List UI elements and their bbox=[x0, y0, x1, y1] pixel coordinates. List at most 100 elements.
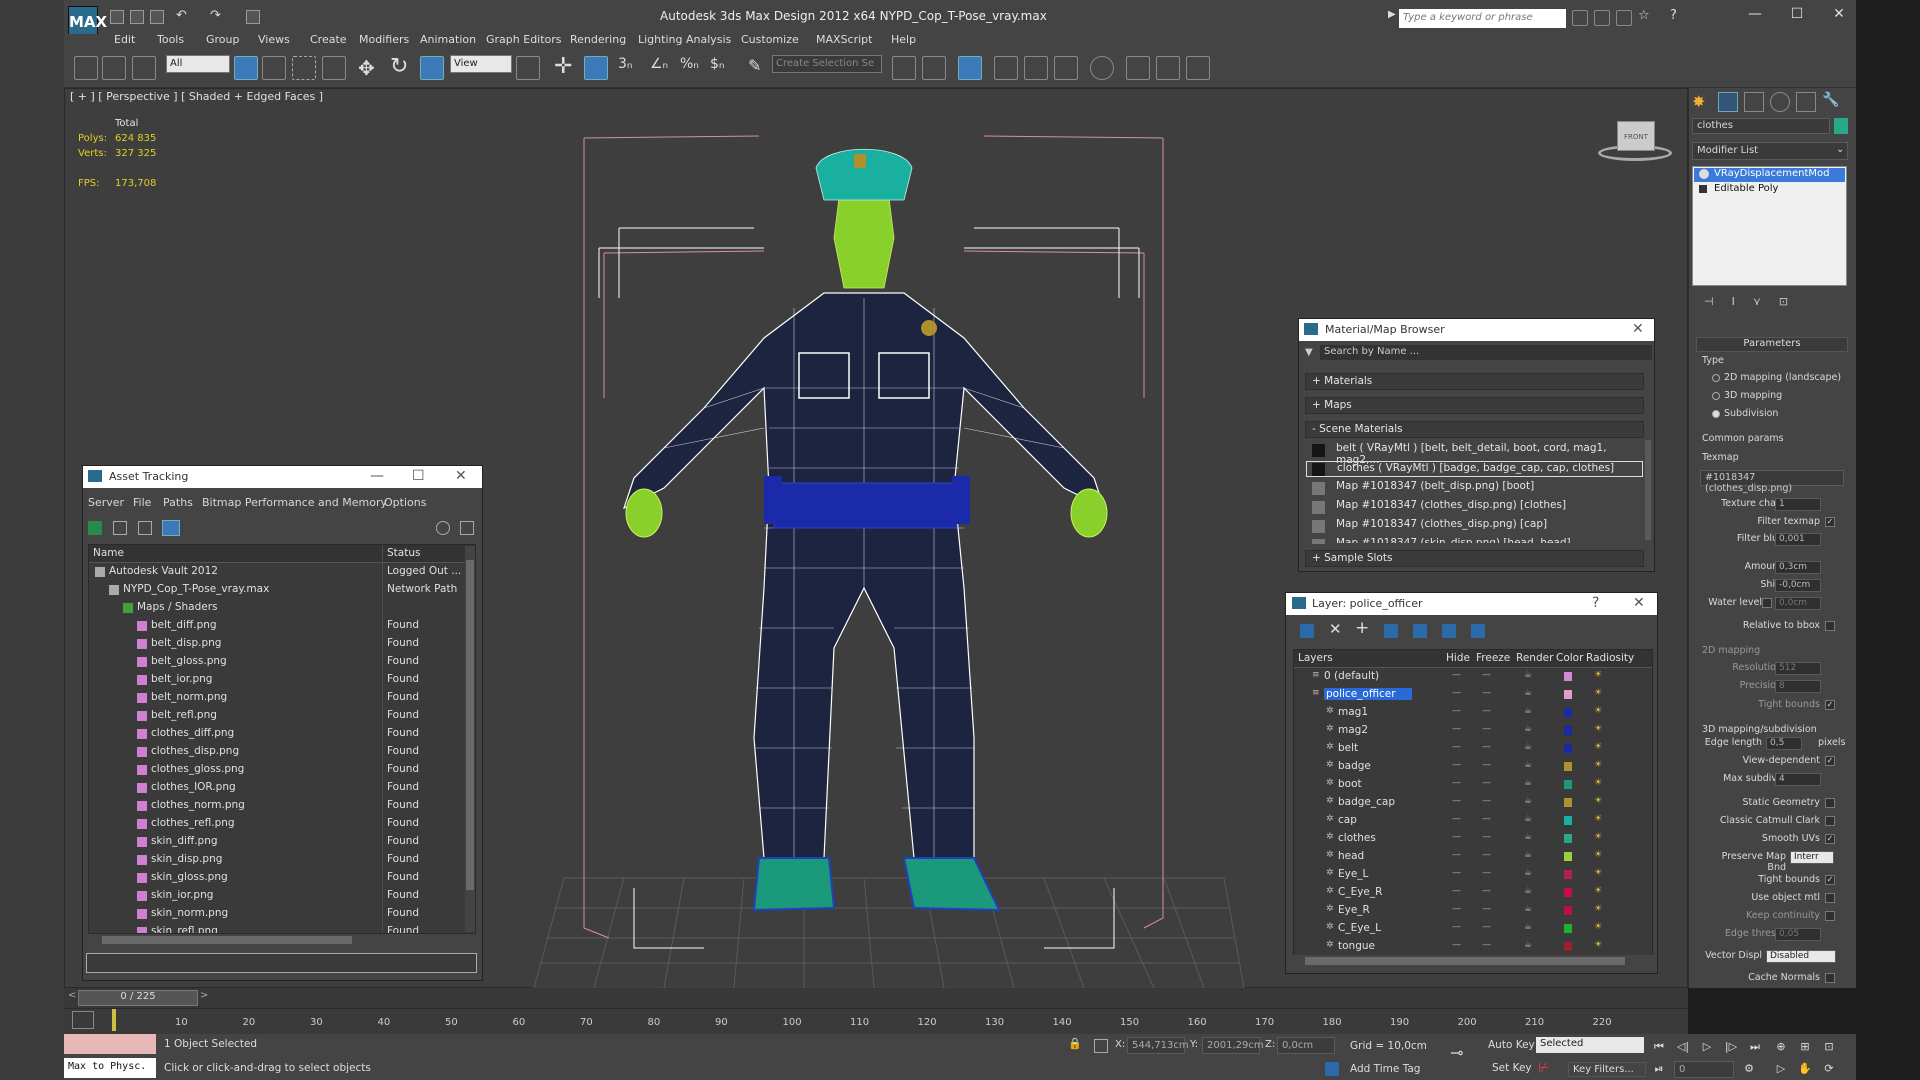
new-file-icon[interactable] bbox=[110, 10, 124, 24]
mini-curve-editor-icon[interactable] bbox=[72, 1011, 94, 1029]
move-icon[interactable]: ✥ bbox=[358, 56, 375, 80]
table-row[interactable]: clothes_refl.png Found bbox=[89, 815, 475, 833]
table-row[interactable]: skin_diff.png Found bbox=[89, 833, 475, 851]
redo-icon[interactable]: ↷ bbox=[210, 8, 221, 23]
link-icon[interactable] bbox=[74, 56, 98, 80]
layer-row[interactable]: ≡ police_officer — — ☕ ☀ bbox=[1294, 686, 1652, 704]
graphite-ribbon-icon[interactable] bbox=[994, 56, 1018, 80]
edge-thresh-spinner[interactable]: 0,05 bbox=[1775, 928, 1821, 941]
radiosity-icon[interactable]: ☀ bbox=[1594, 742, 1602, 752]
type-option-3d[interactable]: 3D mapping bbox=[1724, 390, 1868, 401]
freeze-toggle[interactable]: — bbox=[1482, 742, 1491, 752]
orbit-icon[interactable]: ⟳ bbox=[1820, 1062, 1838, 1078]
sample-slots-section[interactable]: + Sample Slots bbox=[1305, 550, 1644, 567]
menu-lighting-analysis[interactable]: Lighting Analysis bbox=[638, 33, 731, 46]
table-row[interactable]: clothes_disp.png Found bbox=[89, 743, 475, 761]
x-coord-field[interactable]: 544,713cm bbox=[1127, 1037, 1189, 1054]
close-icon[interactable]: ✕ bbox=[1632, 321, 1644, 337]
radiosity-icon[interactable]: ☀ bbox=[1594, 688, 1602, 698]
material-editor-icon[interactable] bbox=[1090, 56, 1114, 80]
layer-name[interactable]: Eye_R bbox=[1338, 904, 1370, 916]
set-key-button[interactable]: Set Key bbox=[1492, 1062, 1532, 1074]
table-row[interactable]: belt_diff.png Found bbox=[89, 617, 475, 635]
scale-icon[interactable] bbox=[420, 56, 444, 80]
prev-key-icon[interactable]: ◁| bbox=[1674, 1040, 1692, 1056]
precision-spinner[interactable]: 8 bbox=[1775, 680, 1821, 693]
search-input[interactable]: Type a keyword or phrase bbox=[1399, 9, 1566, 28]
select-in-layer-icon[interactable] bbox=[1384, 624, 1398, 638]
stack-item-vraydisplacement[interactable]: VRayDisplacementMod bbox=[1694, 168, 1845, 182]
maxscript-mini-listener[interactable]: Max to Physc. bbox=[64, 1058, 156, 1078]
column-status-header[interactable]: Status bbox=[387, 547, 420, 559]
binoculars-icon[interactable] bbox=[1572, 10, 1588, 26]
radiosity-icon[interactable]: ☀ bbox=[1594, 850, 1602, 860]
menu-create[interactable]: Create bbox=[310, 33, 347, 46]
materials-section[interactable]: + Materials bbox=[1305, 373, 1644, 390]
spinner-snap-icon[interactable]: $ₙ bbox=[710, 56, 725, 72]
angle-snap-icon[interactable]: ∠ₙ bbox=[650, 56, 668, 72]
render-teapot-icon[interactable]: ☕ bbox=[1524, 940, 1532, 950]
layer-row[interactable]: ✲ tongue — — ☕ ☀ bbox=[1294, 938, 1652, 956]
layer-color-swatch[interactable] bbox=[1564, 672, 1572, 681]
layer-name[interactable]: badge_cap bbox=[1338, 796, 1395, 808]
radiosity-icon[interactable]: ☀ bbox=[1594, 796, 1602, 806]
menu-animation[interactable]: Animation bbox=[420, 33, 476, 46]
hide-toggle[interactable]: — bbox=[1452, 814, 1461, 824]
maps-section[interactable]: + Maps bbox=[1305, 397, 1644, 414]
hierarchy-tab-icon[interactable] bbox=[1744, 92, 1764, 112]
layer-name[interactable]: C_Eye_L bbox=[1338, 922, 1381, 934]
radiosity-icon[interactable]: ☀ bbox=[1594, 778, 1602, 788]
table-view-icon[interactable] bbox=[162, 520, 180, 536]
radiosity-icon[interactable]: ☀ bbox=[1594, 724, 1602, 734]
select-manipulate-icon[interactable]: ✛ bbox=[554, 54, 572, 79]
render-production-icon[interactable] bbox=[1186, 56, 1210, 80]
column-color[interactable]: Color bbox=[1556, 652, 1583, 664]
edit-named-selection-icon[interactable]: ✎ bbox=[748, 56, 761, 75]
table-row[interactable]: belt_disp.png Found bbox=[89, 635, 475, 653]
radio-2d-mapping[interactable] bbox=[1712, 374, 1720, 382]
layer-row[interactable]: ✲ boot — — ☕ ☀ bbox=[1294, 776, 1652, 794]
freeze-toggle[interactable]: — bbox=[1482, 724, 1491, 734]
freeze-toggle[interactable]: — bbox=[1482, 940, 1491, 950]
snaps-toggle-icon[interactable]: 3ₙ bbox=[618, 56, 633, 72]
relative-bbox-checkbox[interactable] bbox=[1825, 621, 1835, 631]
go-to-start-icon[interactable]: ⏮ bbox=[1650, 1040, 1668, 1056]
table-row[interactable]: clothes_gloss.png Found bbox=[89, 761, 475, 779]
radio-subdivision[interactable] bbox=[1712, 410, 1720, 418]
chevron-down-icon[interactable]: ⌄ bbox=[1836, 144, 1844, 155]
key-filters-button[interactable]: Key Filters... bbox=[1568, 1062, 1646, 1077]
table-row[interactable]: belt_norm.png Found bbox=[89, 689, 475, 707]
open-file-icon[interactable] bbox=[130, 10, 144, 24]
type-option-subdivision[interactable]: Subdivision bbox=[1724, 408, 1868, 419]
pan-icon[interactable]: ✋ bbox=[1796, 1062, 1814, 1078]
render-teapot-icon[interactable]: ☕ bbox=[1524, 706, 1532, 716]
search-arrow-icon[interactable]: ▶ bbox=[1388, 9, 1396, 20]
render-setup-icon[interactable] bbox=[1126, 56, 1150, 80]
set-key-icon[interactable]: ⊬ bbox=[1538, 1061, 1549, 1076]
water-level-spinner[interactable]: 0,0cm bbox=[1775, 597, 1821, 610]
maxscript-listener-pink[interactable] bbox=[64, 1034, 156, 1054]
schematic-view-icon[interactable] bbox=[1054, 56, 1078, 80]
lightbulb-icon[interactable] bbox=[1699, 169, 1709, 179]
asset-menu-bitmap[interactable]: Bitmap Performance and Memory bbox=[202, 496, 387, 509]
render-teapot-icon[interactable]: ☕ bbox=[1524, 688, 1532, 698]
radio-3d-mapping[interactable] bbox=[1712, 392, 1720, 400]
percent-snap-icon[interactable]: %ₙ bbox=[680, 56, 699, 72]
hide-all-layers-icon[interactable] bbox=[1442, 624, 1456, 638]
hide-toggle[interactable]: — bbox=[1452, 778, 1461, 788]
hide-toggle[interactable]: — bbox=[1452, 706, 1461, 716]
tight-bounds-checkbox[interactable]: ✓ bbox=[1825, 875, 1835, 885]
selection-filter-dropdown[interactable]: All bbox=[166, 55, 230, 73]
render-teapot-icon[interactable]: ☕ bbox=[1524, 670, 1532, 680]
window-crossing-icon[interactable] bbox=[322, 56, 346, 80]
render-teapot-icon[interactable]: ☕ bbox=[1524, 778, 1532, 788]
layer-name[interactable]: mag2 bbox=[1338, 724, 1368, 736]
layer-color-swatch[interactable] bbox=[1564, 942, 1572, 951]
layer-name[interactable]: head bbox=[1338, 850, 1364, 862]
hide-toggle[interactable]: — bbox=[1452, 922, 1461, 932]
auto-key-button[interactable]: Auto Key bbox=[1488, 1039, 1535, 1051]
hide-toggle[interactable]: — bbox=[1452, 868, 1461, 878]
maximize-button[interactable]: ☐ bbox=[1782, 6, 1812, 26]
save-file-icon[interactable] bbox=[150, 10, 164, 24]
parameters-rollout[interactable]: Parameters bbox=[1696, 337, 1848, 352]
